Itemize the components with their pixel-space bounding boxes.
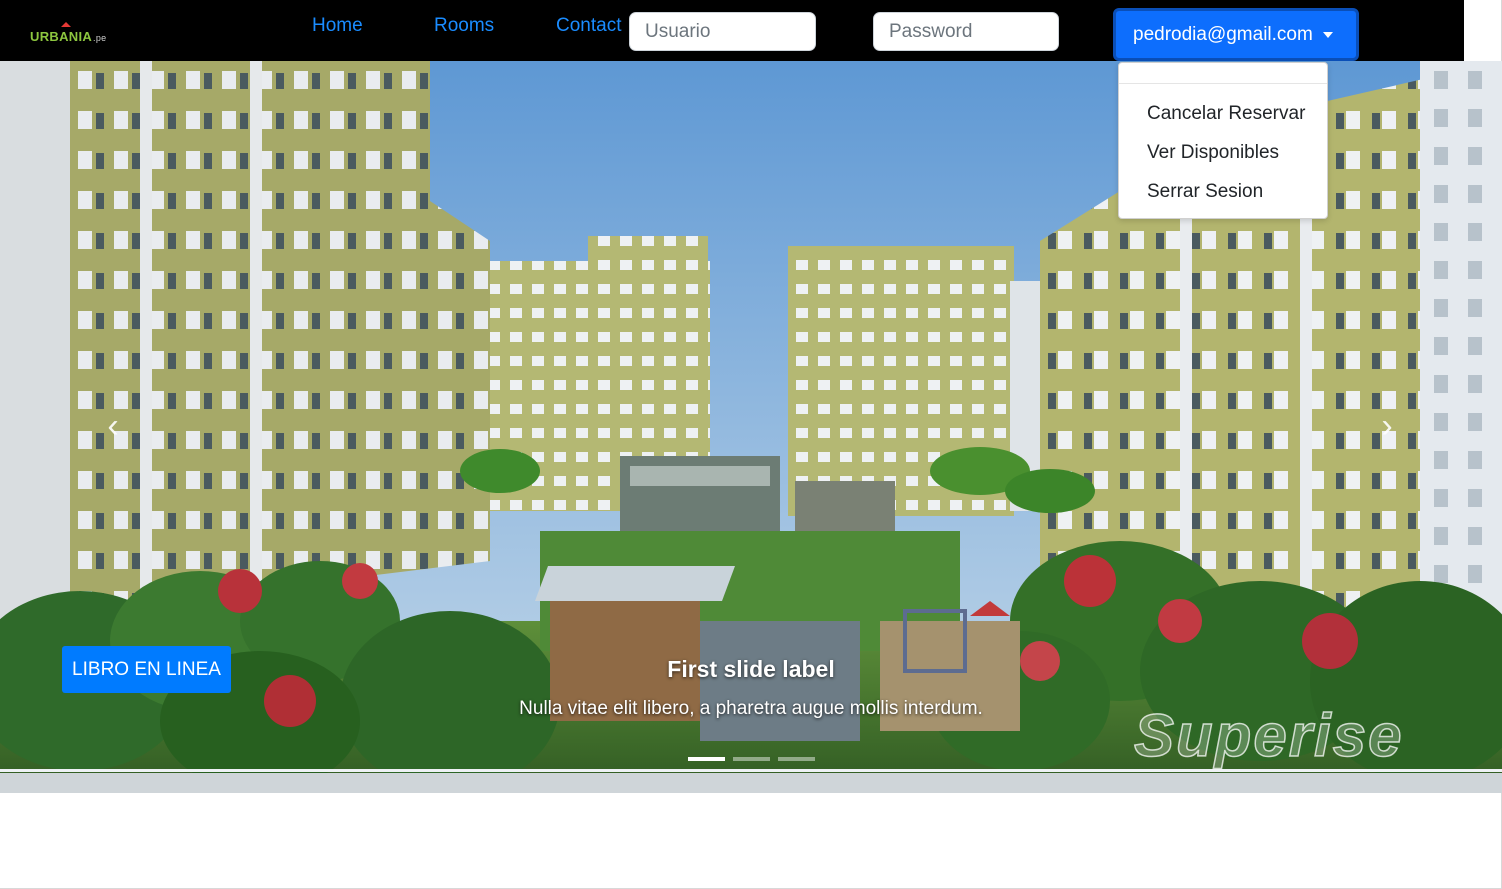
carousel-indicators bbox=[688, 757, 815, 761]
menu-item-view-available[interactable]: Ver Disponibles bbox=[1147, 142, 1279, 164]
carousel-indicator-2[interactable] bbox=[733, 757, 770, 761]
password-input[interactable] bbox=[873, 12, 1059, 51]
brand-name: URBANIA bbox=[30, 29, 93, 44]
brand-suffix: .pe bbox=[93, 33, 107, 43]
watermark-text: Superise bbox=[1133, 701, 1404, 770]
slide-caption-title: First slide label bbox=[667, 656, 835, 682]
caret-down-icon bbox=[1322, 31, 1333, 38]
carousel-indicator-3[interactable] bbox=[778, 757, 815, 761]
user-email: pedrodia@gmail.com bbox=[1133, 23, 1313, 45]
nav-contact-link[interactable]: Contact bbox=[556, 15, 621, 37]
page: URBANIA.pe Home Rooms Contact pedrodia@g… bbox=[0, 0, 1502, 889]
user-menu-button[interactable]: pedrodia@gmail.com bbox=[1113, 8, 1359, 61]
chevron-right-icon[interactable]: › bbox=[1372, 409, 1402, 443]
menu-item-cancel-reservation[interactable]: Cancelar Reservar bbox=[1147, 103, 1305, 125]
username-input[interactable] bbox=[629, 12, 816, 51]
nav-rooms-link[interactable]: Rooms bbox=[434, 15, 494, 37]
nav-home-link[interactable]: Home bbox=[312, 15, 363, 37]
menu-item-logout[interactable]: Serrar Sesion bbox=[1147, 181, 1263, 203]
carousel-indicator-1[interactable] bbox=[688, 757, 725, 761]
dropdown-divider bbox=[1119, 83, 1327, 84]
user-dropdown-menu: Cancelar Reservar Ver Disponibles Serrar… bbox=[1118, 62, 1328, 219]
chevron-left-icon[interactable]: ‹ bbox=[98, 409, 128, 443]
navbar: URBANIA.pe Home Rooms Contact pedrodia@g… bbox=[0, 0, 1464, 61]
roof-icon bbox=[61, 22, 71, 27]
